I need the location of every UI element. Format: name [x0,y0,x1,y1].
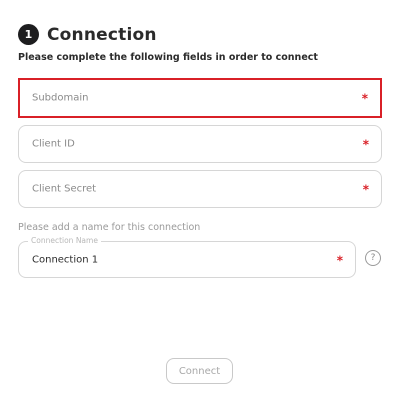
step-header: 1 Connection [18,24,157,45]
client-id-placeholder: Client ID [32,138,75,150]
connect-button[interactable]: Connect [166,358,233,384]
step-title: Connection [47,24,157,45]
subdomain-field[interactable]: Subdomain * [18,78,382,118]
client-secret-placeholder: Client Secret [32,183,97,195]
required-asterisk: * [361,91,368,106]
client-secret-field[interactable]: Client Secret * [18,170,382,208]
required-asterisk: * [336,253,343,268]
step-number-badge: 1 [18,24,39,45]
connection-name-value: Connection 1 [32,254,99,265]
connection-form-page: 1 Connection Please complete the followi… [0,0,402,408]
connection-name-field[interactable]: Connection Name Connection 1 * [18,236,356,278]
help-icon[interactable]: ? [365,250,381,266]
required-asterisk: * [362,182,369,197]
name-instructions: Please add a name for this connection [18,222,201,233]
required-asterisk: * [362,137,369,152]
connection-name-legend: Connection Name [28,236,101,246]
form-instructions: Please complete the following fields in … [18,52,318,63]
client-id-field[interactable]: Client ID * [18,125,382,163]
subdomain-placeholder: Subdomain [32,92,89,104]
